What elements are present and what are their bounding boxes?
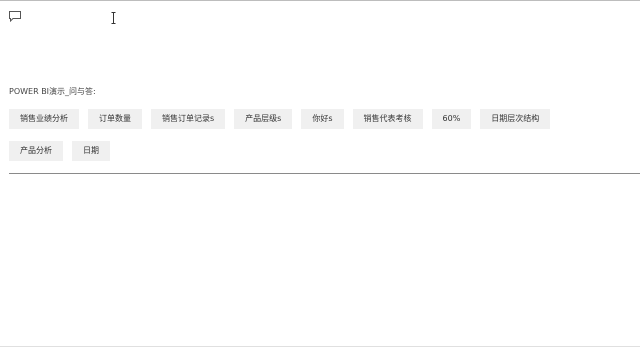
suggestion-chip[interactable]: 日期 [72, 141, 110, 161]
suggestion-chip[interactable]: 销售业绩分析 [9, 109, 79, 129]
bottom-border [0, 346, 640, 347]
text-cursor-icon [111, 12, 116, 24]
suggestion-chip[interactable]: 60% [431, 109, 472, 129]
qa-input-row [0, 4, 640, 28]
suggestion-chip[interactable]: 产品分析 [9, 141, 63, 161]
suggested-questions: 销售业绩分析 订单数量 销售订单记录s 产品层级s 你好s 销售代表考核 60%… [9, 109, 629, 173]
suggestion-chip[interactable]: 你好s [301, 109, 344, 129]
suggestion-chip[interactable]: 销售订单记录s [151, 109, 226, 129]
section-divider [9, 173, 640, 174]
suggestion-chip[interactable]: 销售代表考核 [352, 109, 423, 129]
suggestion-chip[interactable]: 产品层级s [234, 109, 293, 129]
suggestions-heading: POWER BI演示_问与答: [9, 87, 96, 96]
suggestion-row-1: 销售业绩分析 订单数量 销售订单记录s 产品层级s 你好s 销售代表考核 60%… [9, 109, 629, 129]
chat-bubble-icon [9, 11, 21, 22]
top-border [0, 0, 640, 1]
suggestion-chip[interactable]: 订单数量 [88, 109, 142, 129]
suggestion-row-2: 产品分析 日期 [9, 141, 629, 161]
suggestion-chip[interactable]: 日期层次结构 [480, 109, 551, 129]
